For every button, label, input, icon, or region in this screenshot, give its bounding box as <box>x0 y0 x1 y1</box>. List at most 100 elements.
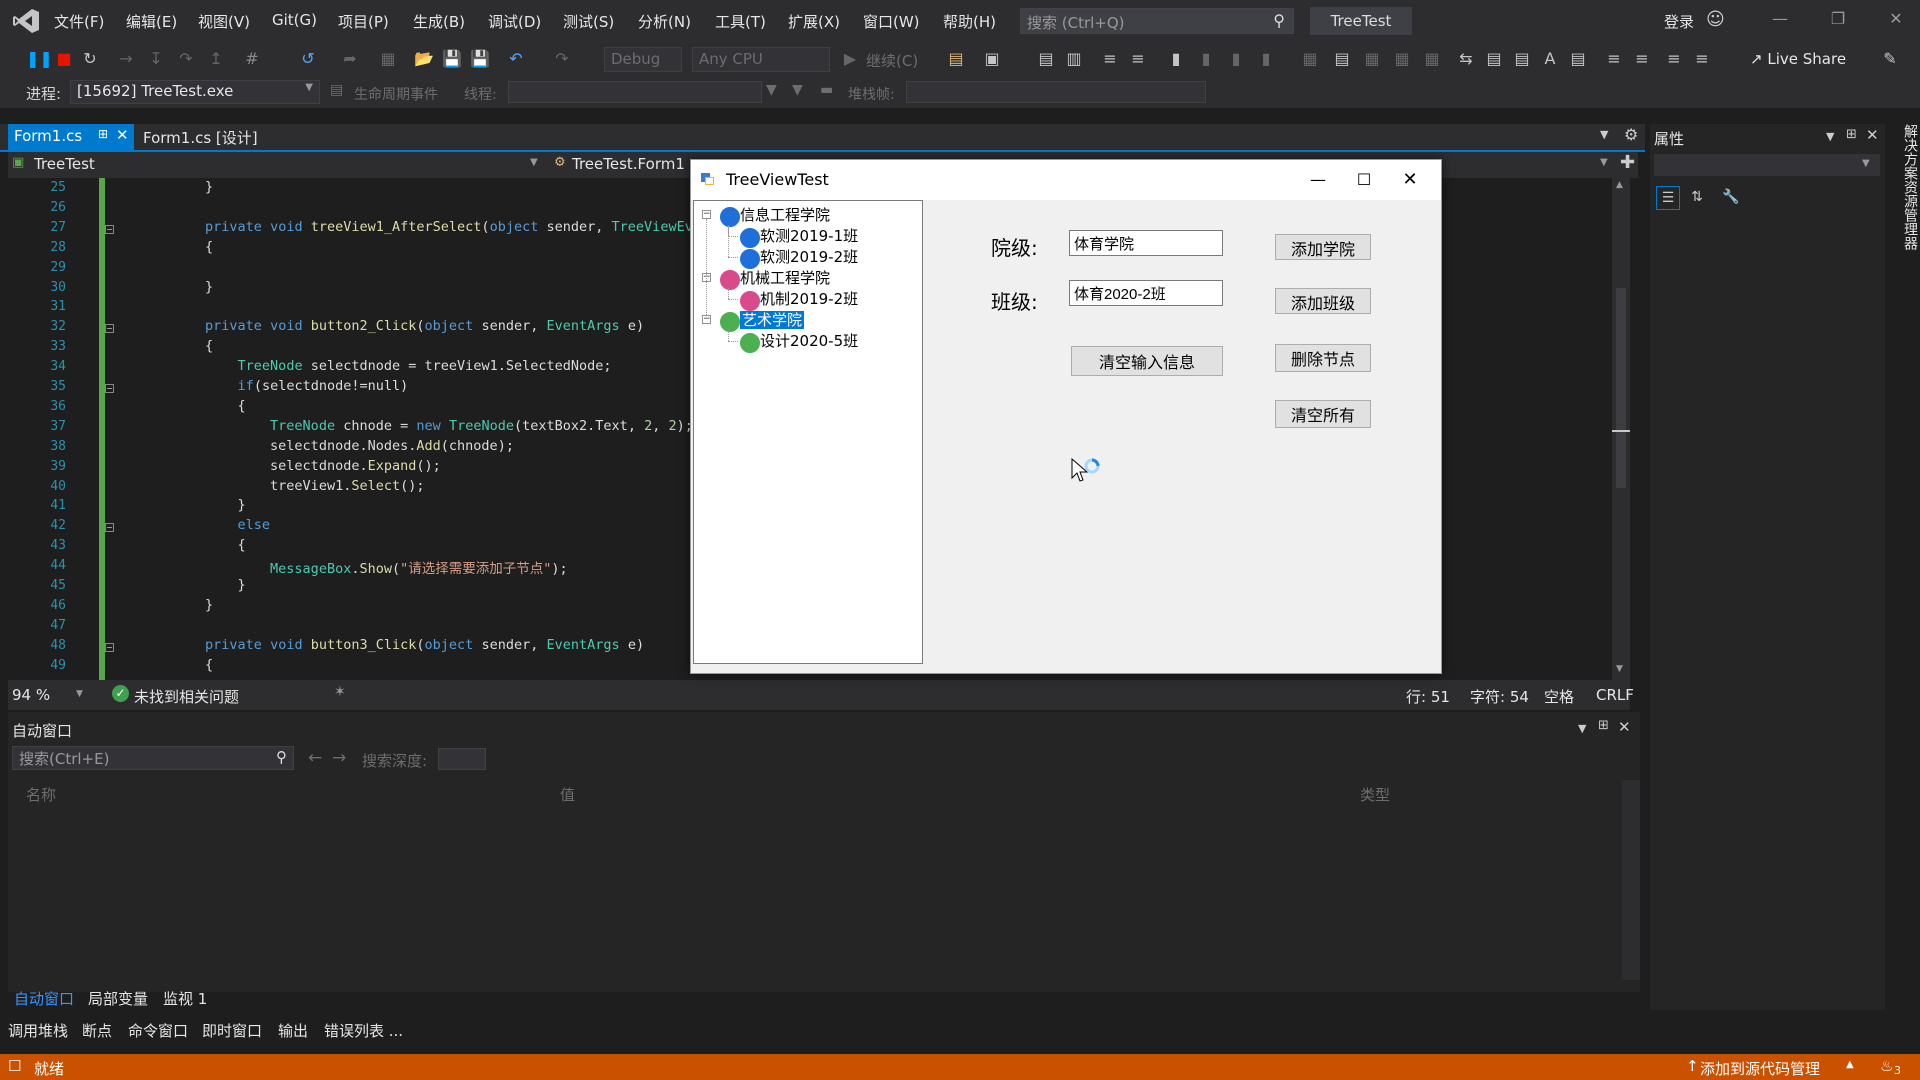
tool-icon[interactable]: ▦ <box>1392 49 1412 69</box>
collapse-icon[interactable]: − <box>105 523 114 532</box>
comment-icon[interactable]: ≡ <box>1100 49 1120 69</box>
show-next-statement-icon[interactable]: → <box>116 49 136 69</box>
tool-icon[interactable]: ≡ <box>1604 49 1624 69</box>
stack-frame-select[interactable] <box>906 81 1206 103</box>
tool-icon[interactable]: ▥ <box>1064 49 1084 69</box>
feedback-icon[interactable]: ✎ <box>1880 49 1900 69</box>
window-dropdown-icon[interactable]: ▼ <box>1578 722 1586 735</box>
tree-node-class[interactable]: 机制2019-2班 <box>760 289 858 309</box>
pin-icon[interactable]: ⊞ <box>1598 718 1609 733</box>
tab-command-window[interactable]: 命令窗口 <box>128 1020 188 1041</box>
thread-select[interactable] <box>508 81 762 103</box>
chevron-down-icon[interactable]: ▼ <box>76 689 83 699</box>
chevron-down-icon[interactable]: ▼ <box>1600 157 1608 168</box>
tool-icon[interactable]: ▤ <box>1568 49 1588 69</box>
solution-platform-select[interactable]: Any CPU <box>692 47 830 72</box>
menu-window[interactable]: 窗口(W) <box>863 11 920 32</box>
tab-form1-design[interactable]: Form1.cs [设计] <box>143 127 258 148</box>
autos-scrollbar[interactable] <box>1622 780 1640 980</box>
clear-input-button[interactable]: 清空输入信息 <box>1071 346 1223 376</box>
line-ending-indicator[interactable]: CRLF <box>1596 686 1634 704</box>
column-header-name[interactable]: 名称 <box>26 784 56 805</box>
gear-icon[interactable]: ⚙ <box>1624 125 1638 144</box>
menu-extensions[interactable]: 扩展(X) <box>788 11 840 32</box>
autos-search-input[interactable]: 搜索(Ctrl+E) ⚲ <box>12 746 294 770</box>
step-into-icon[interactable]: ↧ <box>146 49 166 69</box>
nav-project-select[interactable]: TreeTest <box>34 155 95 173</box>
search-depth-select[interactable] <box>438 748 486 770</box>
delete-node-button[interactable]: 删除节点 <box>1275 344 1371 372</box>
tab-output[interactable]: 输出 <box>278 1020 308 1041</box>
tool-icon[interactable]: ▤ <box>1512 49 1532 69</box>
chevron-up-icon[interactable]: ▲ <box>1846 1059 1854 1070</box>
solution-explorer-side-tab[interactable]: 解决方案资源管理器 <box>1888 124 1920 324</box>
chevron-down-icon[interactable]: ▼ <box>1862 158 1870 169</box>
pin-icon[interactable]: ⊞ <box>98 127 108 141</box>
college-input[interactable] <box>1069 230 1223 256</box>
navigate-back-icon[interactable]: ↺ <box>298 49 318 69</box>
collapse-icon[interactable]: − <box>105 324 114 333</box>
menu-build[interactable]: 生成(B) <box>413 11 465 32</box>
menu-help[interactable]: 帮助(H) <box>943 11 996 32</box>
bell-icon[interactable]: ♨ <box>1880 1057 1893 1075</box>
whitespace-indicator[interactable]: 空格 <box>1544 686 1574 707</box>
global-search-input[interactable]: 搜索 (Ctrl+Q) ⚲ <box>1020 8 1294 34</box>
tool-icon[interactable]: ▦ <box>1300 49 1320 69</box>
pin-icon[interactable]: ⊞ <box>1846 127 1857 142</box>
font-size-icon[interactable]: A <box>1540 49 1560 69</box>
nav-class-select[interactable]: TreeTest.Form1 <box>572 155 685 173</box>
menu-test[interactable]: 测试(S) <box>563 11 614 32</box>
issues-status[interactable]: 未找到相关问题 <box>134 686 239 707</box>
tree-node-college[interactable]: 信息工程学院 <box>740 205 830 225</box>
tool-icon[interactable]: ≡ <box>1632 49 1652 69</box>
app-close-icon[interactable]: ✕ <box>1387 166 1433 194</box>
menu-git[interactable]: Git(G) <box>272 11 317 29</box>
collapse-icon[interactable]: − <box>105 225 114 234</box>
undo-icon[interactable]: ↶ <box>506 49 526 69</box>
app-title-bar[interactable]: TreeViewTest — ☐ ✕ <box>691 160 1441 200</box>
menu-tools[interactable]: 工具(T) <box>715 11 766 32</box>
close-icon[interactable]: ✕ <box>1866 126 1879 144</box>
tool-icon[interactable]: ▦ <box>1422 49 1442 69</box>
menu-analyze[interactable]: 分析(N) <box>638 11 691 32</box>
menu-view[interactable]: 视图(V) <box>198 11 250 32</box>
continue-button[interactable]: 继续(C) <box>866 50 918 71</box>
tree-node-college[interactable]: 机械工程学院 <box>740 268 830 288</box>
pause-icon[interactable]: ❚❚ <box>26 49 53 69</box>
tab-autos[interactable]: 自动窗口 <box>14 988 74 1009</box>
split-editor-icon[interactable]: ✚ <box>1620 152 1635 173</box>
next-bookmark-icon[interactable]: ▮ <box>1226 49 1246 69</box>
tree-node-class[interactable]: 设计2020-5班 <box>760 331 858 351</box>
save-icon[interactable]: 💾 <box>442 49 462 69</box>
class-input[interactable] <box>1069 280 1223 306</box>
new-item-icon[interactable]: ▦ <box>378 49 398 69</box>
tab-breakpoints[interactable]: 断点 <box>82 1020 112 1041</box>
bookmark-icon[interactable]: ▮ <box>1166 49 1186 69</box>
line-indicator[interactable]: 行: 51 <box>1406 686 1450 707</box>
folder-icon[interactable]: ▤ <box>946 49 966 69</box>
tab-locals[interactable]: 局部变量 <box>88 988 148 1009</box>
tool-icon[interactable]: ≡ <box>1664 49 1684 69</box>
redo-icon[interactable]: ↷ <box>552 49 572 69</box>
scrollbar-thumb[interactable] <box>1616 288 1626 488</box>
column-header-value[interactable]: 值 <box>560 784 575 805</box>
search-forward-icon[interactable]: → <box>332 748 346 768</box>
minimize-icon[interactable]: — <box>1760 9 1800 28</box>
code-cleanup-icon[interactable]: ✶ <box>334 684 346 700</box>
tab-call-stack[interactable]: 调用堆栈 <box>8 1020 68 1041</box>
filter-toggle-icon[interactable]: ▼ <box>792 82 803 98</box>
properties-object-select[interactable] <box>1654 154 1880 176</box>
wrench-icon[interactable]: 🔧 <box>1720 186 1742 208</box>
tab-immediate-window[interactable]: 即时窗口 <box>202 1020 262 1041</box>
tree-view[interactable]: − 信息工程学院 软测2019-1班 软测2019-2班 − 机械工程学院 机制2019-2… <box>693 200 923 664</box>
lifecycle-events-label[interactable]: 生命周期事件 <box>354 84 438 104</box>
search-back-icon[interactable]: ← <box>308 748 322 768</box>
tool-icon[interactable]: ▤ <box>1332 49 1352 69</box>
clear-all-button[interactable]: 清空所有 <box>1275 400 1371 428</box>
zoom-select[interactable]: 94 % <box>12 686 50 704</box>
chevron-down-icon[interactable]: ▼ <box>530 157 538 168</box>
menu-edit[interactable]: 编辑(E) <box>126 11 177 32</box>
tool-icon[interactable]: ≡ <box>1692 49 1712 69</box>
flag-threads-icon[interactable]: ▬ <box>820 82 833 98</box>
alphabetical-icon[interactable]: ⇅ <box>1686 186 1708 208</box>
